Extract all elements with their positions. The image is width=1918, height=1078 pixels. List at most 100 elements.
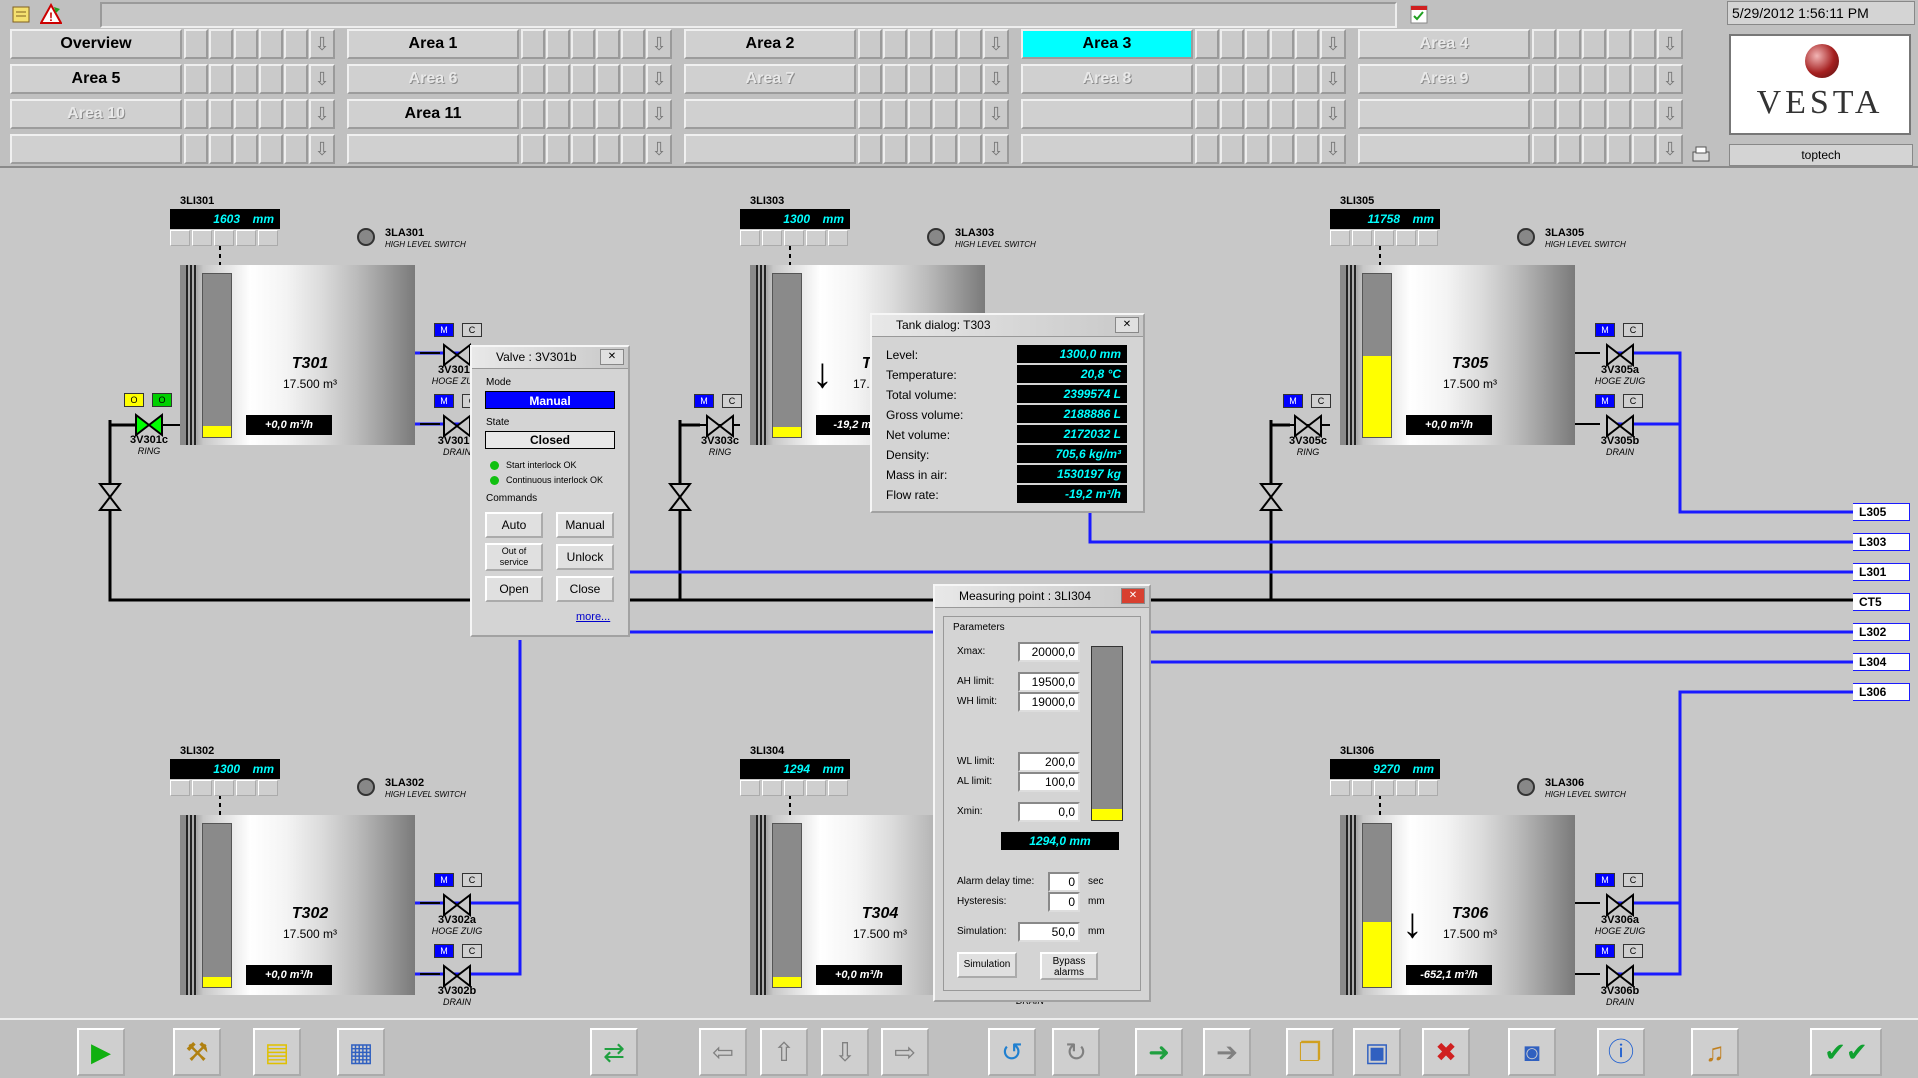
control-badge[interactable]: C — [1623, 944, 1643, 958]
hysteresis-input[interactable]: 0 — [1048, 892, 1080, 912]
report-icon[interactable]: ▦ — [337, 1028, 385, 1076]
control-badge[interactable]: C — [462, 944, 482, 958]
open-folder-icon[interactable]: ❐ — [1286, 1028, 1334, 1076]
manual-mode-badge[interactable]: M — [694, 394, 714, 408]
manual-mode-badge[interactable]: M — [434, 394, 454, 408]
level-display[interactable]: 1300 mm — [170, 759, 280, 779]
valve-ct5-ring[interactable] — [95, 482, 125, 512]
arrow-right-icon[interactable]: ⇨ — [881, 1028, 929, 1076]
auto-button[interactable]: Auto — [485, 512, 543, 538]
undo-icon[interactable]: ↺ — [988, 1028, 1036, 1076]
tank-flow: +0,0 m³/h — [246, 965, 332, 985]
simulation-input[interactable]: 50,0 — [1018, 922, 1080, 942]
manual-button[interactable]: Manual — [556, 512, 614, 538]
acknowledge-icon[interactable]: ✔✔ — [1810, 1028, 1882, 1076]
close-icon[interactable]: ✕ — [1115, 317, 1139, 333]
close-button[interactable]: Close — [556, 576, 614, 602]
manual-mode-badge[interactable]: M — [1595, 394, 1615, 408]
high-level-switch-icon[interactable] — [357, 778, 375, 796]
tank-dialog-label: Level: — [886, 348, 919, 362]
level-value: 1300 — [213, 762, 240, 776]
line-tag-l306[interactable]: L306 — [1853, 683, 1910, 701]
tank-ladder — [1346, 815, 1358, 995]
more-link[interactable]: more... — [576, 611, 610, 623]
level-display[interactable]: 1300 mm — [740, 209, 850, 229]
delete-icon[interactable]: ✖ — [1422, 1028, 1470, 1076]
simulation-button[interactable]: Simulation — [957, 952, 1017, 978]
bypass-alarms-button[interactable]: Bypass alarms — [1040, 952, 1098, 980]
line-tag-ct5[interactable]: CT5 — [1853, 593, 1910, 611]
open-button[interactable]: Open — [485, 576, 543, 602]
manual-mode-badge[interactable]: M — [1595, 323, 1615, 337]
wh-limit-input[interactable]: 19000,0 — [1018, 692, 1080, 712]
tank-flow: +0,0 m³/h — [246, 415, 332, 435]
line-tag-l302[interactable]: L302 — [1853, 623, 1910, 641]
high-level-switch-icon[interactable] — [357, 228, 375, 246]
wl-limit-input[interactable]: 200,0 — [1018, 752, 1080, 772]
manual-mode-badge[interactable]: M — [434, 323, 454, 337]
valve-ct5-ring[interactable] — [1256, 482, 1286, 512]
high-level-switch-icon[interactable] — [1517, 228, 1535, 246]
arrow-left-icon[interactable]: ⇦ — [699, 1028, 747, 1076]
al-limit-input[interactable]: 100,0 — [1018, 772, 1080, 792]
ah-limit-input[interactable]: 19500,0 — [1018, 672, 1080, 692]
alarm-delay-input[interactable]: 0 — [1048, 872, 1080, 892]
tank-t306[interactable]: ↓ T306 17.500 m³ -652,1 m³/h — [1340, 815, 1575, 995]
level-display[interactable]: 1603 mm — [170, 209, 280, 229]
control-badge[interactable]: C — [722, 394, 742, 408]
control-badge[interactable]: C — [1623, 394, 1643, 408]
tank-t301[interactable]: T301 17.500 m³ +0,0 m³/h — [180, 265, 415, 445]
play-icon[interactable]: ▶ — [77, 1028, 125, 1076]
redo-icon[interactable]: ↻ — [1052, 1028, 1100, 1076]
login-icon[interactable]: ➜ — [1135, 1028, 1183, 1076]
close-icon[interactable]: ✕ — [1121, 588, 1145, 604]
manual-mode-badge[interactable]: M — [1595, 944, 1615, 958]
arrow-down-icon[interactable]: ⇩ — [821, 1028, 869, 1076]
level-value: 11758 — [1367, 212, 1400, 226]
control-badge[interactable]: C — [462, 873, 482, 887]
tank-volume: 17.500 m³ — [1442, 377, 1498, 391]
line-tag-l304[interactable]: L304 — [1853, 653, 1910, 671]
arrow-up-icon[interactable]: ⇧ — [760, 1028, 808, 1076]
control-badge[interactable]: C — [1623, 873, 1643, 887]
valve-description: DRAIN — [442, 997, 471, 1007]
line-tag-l301[interactable]: L301 — [1853, 563, 1910, 581]
level-display[interactable]: 9270 mm — [1330, 759, 1440, 779]
notepad-icon[interactable]: ▤ — [253, 1028, 301, 1076]
control-badge[interactable]: C — [1623, 323, 1643, 337]
tank-level-gauge — [1362, 273, 1392, 438]
save-icon[interactable]: ▣ — [1353, 1028, 1401, 1076]
line-tag-l303[interactable]: L303 — [1853, 533, 1910, 551]
level-display[interactable]: 11758 mm — [1330, 209, 1440, 229]
line-tag-l305[interactable]: L305 — [1853, 503, 1910, 521]
xmax-label: Xmax: — [957, 646, 986, 657]
close-icon[interactable]: ✕ — [600, 349, 624, 365]
control-badge[interactable]: C — [1311, 394, 1331, 408]
xmax-input[interactable]: 20000,0 — [1018, 642, 1080, 662]
monitor-view-icon[interactable]: ◙ — [1508, 1028, 1556, 1076]
tank-t305[interactable]: T305 17.500 m³ +0,0 m³/h — [1340, 265, 1575, 445]
xmin-input[interactable]: 0,0 — [1018, 802, 1080, 822]
sound-icon[interactable]: ♫ — [1691, 1028, 1739, 1076]
manual-mode-badge[interactable]: M — [1283, 394, 1303, 408]
info-icon[interactable]: ⓘ — [1597, 1028, 1645, 1076]
high-level-switch-icon[interactable] — [1517, 778, 1535, 796]
tank-dialog-label: Density: — [886, 448, 930, 462]
high-level-switch-icon[interactable] — [927, 228, 945, 246]
control-badge[interactable]: C — [462, 323, 482, 337]
alarm-delay-label: Alarm delay time: — [957, 876, 1035, 887]
level-display[interactable]: 1294 mm — [740, 759, 850, 779]
manual-mode-badge[interactable]: M — [1595, 873, 1615, 887]
valve-ct5-ring[interactable] — [665, 482, 695, 512]
manual-mode-badge[interactable]: M — [434, 873, 454, 887]
manual-mode-badge[interactable]: M — [434, 944, 454, 958]
tools-icon[interactable]: ⚒ — [173, 1028, 221, 1076]
measuring-point-title: Measuring point : 3LI304 ✕ — [935, 586, 1149, 608]
out-of-service-button[interactable]: Out of service — [485, 543, 543, 571]
tank-t302[interactable]: T302 17.500 m³ +0,0 m³/h — [180, 815, 415, 995]
unlock-button[interactable]: Unlock — [556, 544, 614, 570]
export-icon[interactable]: ⇄ — [590, 1028, 638, 1076]
logout-icon[interactable]: ➔ — [1203, 1028, 1251, 1076]
level-unit: mm — [822, 212, 844, 226]
tank-dialog: Tank dialog: T303 ✕ Level: 1300,0 mm Tempe… — [870, 313, 1145, 513]
